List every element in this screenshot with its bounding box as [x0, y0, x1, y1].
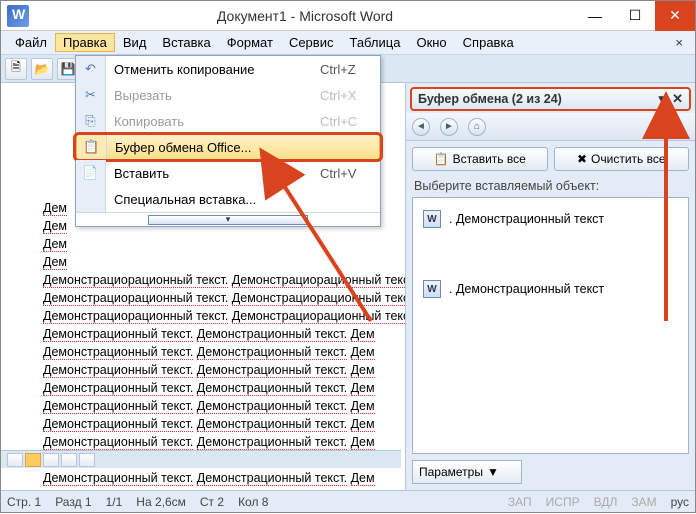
clipboard-params-button[interactable]: Параметры▼ [412, 460, 522, 484]
menu-bar: Файл Правка Вид Вставка Формат Сервис Та… [1, 31, 695, 55]
menu-undo[interactable]: ↶ Отменить копирование Ctrl+Z [76, 56, 380, 82]
clipboard-pane-header: Буфер обмена (2 из 24) ▼ ✕ [410, 87, 691, 111]
status-page: Стр. 1 [7, 495, 41, 509]
menu-paste-special[interactable]: Специальная вставка... [76, 186, 380, 212]
clipboard-close-icon[interactable]: ✕ [672, 91, 683, 107]
minimize-button[interactable]: — [575, 1, 615, 31]
view-normal-icon[interactable] [7, 453, 23, 467]
view-mode-bar [1, 450, 401, 468]
menu-tools[interactable]: Сервис [281, 33, 342, 52]
menu-file[interactable]: Файл [7, 33, 55, 52]
menu-expand[interactable]: ▾ [76, 212, 380, 226]
paste-icon: 📋 [434, 152, 449, 166]
menu-paste[interactable]: 📄 Вставить Ctrl+V [76, 160, 380, 186]
word-app-icon [7, 5, 29, 27]
clipboard-item[interactable]: W . Демонстрационный текст [419, 204, 682, 234]
view-web-icon[interactable] [43, 453, 59, 467]
cut-icon: ✂ [85, 87, 96, 103]
paste-icon: 📄 [82, 165, 98, 181]
view-outline-icon[interactable] [61, 453, 77, 467]
menu-insert[interactable]: Вставка [154, 33, 218, 52]
status-bar: Стр. 1 Разд 1 1/1 На 2,6см Ст 2 Кол 8 ЗА… [1, 490, 695, 512]
nav-home-icon[interactable]: ⌂ [468, 118, 486, 136]
nav-forward-icon[interactable]: ► [440, 118, 458, 136]
status-ext: ВДЛ [594, 495, 618, 509]
clipboard-title: Буфер обмена (2 из 24) [418, 92, 562, 106]
clipboard-prompt: Выберите вставляемый объект: [406, 177, 695, 197]
clipboard-pane: Буфер обмена (2 из 24) ▼ ✕ ◄ ► ⌂ 📋Встави… [405, 83, 695, 490]
clipboard-item-text: . Демонстрационный текст [449, 282, 604, 296]
clipboard-item-text: . Демонстрационный текст [449, 212, 604, 226]
menu-edit[interactable]: Правка [55, 33, 115, 52]
status-trk: ИСПР [546, 495, 580, 509]
status-ovr: ЗАМ [631, 495, 656, 509]
view-reading-icon[interactable] [79, 453, 95, 467]
menu-table[interactable]: Таблица [341, 33, 408, 52]
menu-help[interactable]: Справка [455, 33, 522, 52]
status-section: Разд 1 [55, 495, 91, 509]
tool-new-icon[interactable]: 🗎 [5, 58, 27, 80]
chevron-down-icon: ▾ [148, 215, 308, 225]
clipboard-item[interactable]: W . Демонстрационный текст [419, 274, 682, 304]
status-pages: 1/1 [106, 495, 123, 509]
menu-copy[interactable]: ⎘ Копировать Ctrl+C [76, 108, 380, 134]
menu-close-icon[interactable]: × [669, 35, 689, 50]
menu-window[interactable]: Окно [408, 33, 454, 52]
tool-open-icon[interactable]: 📂 [31, 58, 53, 80]
window-buttons: — ☐ ✕ [575, 1, 695, 31]
status-col: Кол 8 [238, 495, 268, 509]
undo-icon: ↶ [85, 61, 96, 77]
clipboard-nav: ◄ ► ⌂ [406, 113, 695, 141]
menu-format[interactable]: Формат [219, 33, 281, 52]
copy-icon: ⎘ [85, 113, 95, 129]
edit-menu-dropdown: ↶ Отменить копирование Ctrl+Z ✂ Вырезать… [75, 55, 381, 227]
clipboard-list[interactable]: W . Демонстрационный текст W . Демонстра… [412, 197, 689, 454]
word-item-icon: W [423, 280, 441, 298]
window-title: Документ1 - Microsoft Word [35, 8, 575, 24]
status-rec: ЗАП [508, 495, 532, 509]
word-item-icon: W [423, 210, 441, 228]
clear-icon: ✖ [577, 152, 587, 166]
nav-back-icon[interactable]: ◄ [412, 118, 430, 136]
menu-cut[interactable]: ✂ Вырезать Ctrl+X [76, 82, 380, 108]
title-bar: Документ1 - Microsoft Word — ☐ ✕ [1, 1, 695, 31]
status-at: На 2,6см [136, 495, 186, 509]
menu-clipboard-office[interactable]: 📋 Буфер обмена Office... [76, 134, 380, 160]
view-print-icon[interactable] [25, 453, 41, 467]
close-button[interactable]: ✕ [655, 1, 695, 31]
clear-all-button[interactable]: ✖Очистить все [554, 147, 690, 171]
paste-all-button[interactable]: 📋Вставить все [412, 147, 548, 171]
status-lang: рус [671, 495, 689, 509]
status-line: Ст 2 [200, 495, 224, 509]
clipboard-menu-icon[interactable]: ▼ [656, 94, 666, 105]
menu-view[interactable]: Вид [115, 33, 155, 52]
document-text: Дем Дем Дем Дем Демонстрациорационный те… [43, 199, 401, 487]
maximize-button[interactable]: ☐ [615, 1, 655, 31]
clipboard-icon: 📋 [83, 139, 99, 155]
